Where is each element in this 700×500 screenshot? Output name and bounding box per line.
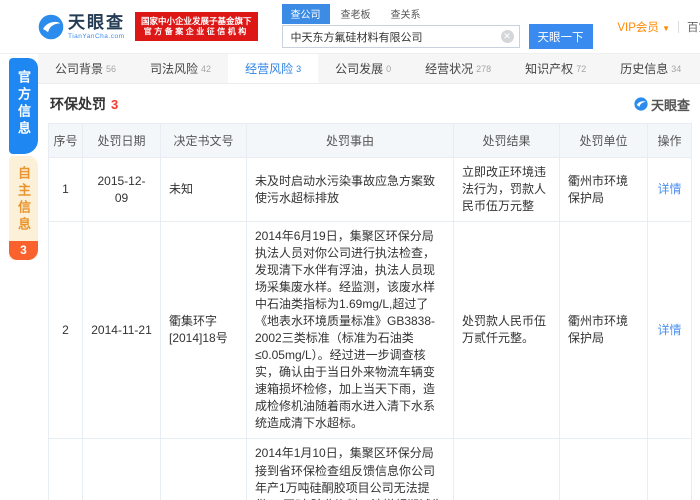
detail-link[interactable]: 详情 — [657, 182, 681, 196]
cell-doc-no: 衢集环罚字[2014]2号 — [160, 438, 247, 500]
col-header-index: 序号 — [48, 123, 83, 158]
tab-operating-risk[interactable]: 经营风险 3 — [228, 54, 319, 83]
col-header-doc-no: 决定书文号 — [160, 123, 247, 158]
cell-result: 处罚款人民币伍万贰仟元整。 — [453, 221, 560, 440]
cell-unit: 衢州市环境保护局 — [559, 221, 648, 440]
cell-date: 2014-05-15 — [82, 438, 161, 500]
divider — [678, 20, 679, 33]
cell-index: 3 — [48, 438, 83, 500]
col-header-action: 操作 — [647, 123, 692, 158]
table-row: 2 2014-11-21 衢集环字[2014]18号 2014年6月19日，集聚… — [48, 221, 692, 440]
tab-company-background[interactable]: 公司背景 56 — [38, 54, 133, 83]
sidebar-tab-official-info[interactable]: 官方信息 — [9, 58, 38, 154]
cell-doc-no: 衢集环字[2014]18号 — [160, 221, 247, 440]
tab-company-development[interactable]: 公司发展 0 — [318, 54, 408, 83]
self-info-count-badge: 3 — [9, 241, 38, 260]
col-header-date: 处罚日期 — [82, 123, 161, 158]
logo-domain: TianYanCha.com — [68, 32, 125, 40]
clear-icon[interactable]: ✕ — [500, 30, 514, 43]
cell-index: 2 — [48, 221, 83, 440]
section-title: 环保处罚 — [50, 96, 106, 112]
company-nav-tabs: 公司背景 56 司法风险 42 经营风险 3 公司发展 0 经营状况 278 知识产权 72… — [38, 54, 700, 84]
col-header-unit: 处罚单位 — [559, 123, 648, 158]
watermark-text: 天眼查 — [650, 97, 690, 113]
side-tabs: 官方信息 自主信息 3 — [9, 58, 38, 260]
tab-operating-status[interactable]: 经营状况 278 — [408, 54, 508, 83]
cell-result: 罚款人民币伍万元整 — [453, 438, 560, 500]
cell-doc-no: 未知 — [160, 156, 247, 223]
cell-reason: 2014年6月19日，集聚区环保分局执法人员对你公司进行执法检查，发现清下水伴有… — [246, 221, 454, 440]
tab-intellectual-property[interactable]: 知识产权 72 — [508, 54, 603, 83]
col-header-result: 处罚结果 — [453, 123, 560, 158]
tianyancha-logo-icon — [38, 14, 64, 39]
logo-name: 天眼查 — [68, 12, 125, 32]
search-row: ✕ 天眼一下 — [281, 24, 593, 49]
col-header-reason: 处罚事由 — [246, 123, 454, 158]
section-count-badge: 3 — [111, 96, 119, 112]
cell-unit: 衢州市环境保护局 — [559, 438, 648, 500]
treasure-box-link[interactable]: 百宝 — [687, 19, 700, 35]
cell-index: 1 — [48, 156, 83, 223]
cell-unit: 衢州市环境保护局 — [559, 156, 648, 223]
tab-history-info[interactable]: 历史信息 34 — [603, 54, 698, 83]
tianyancha-logo[interactable]: 天眼查 TianYanCha.com — [38, 14, 125, 40]
search-tabs: 查公司 查老板 查关系 — [281, 4, 593, 24]
top-header: 天眼查 TianYanCha.com 国家中小企业发展子基金旗下 官方备案企业征… — [0, 0, 700, 54]
gov-badge-line1: 国家中小企业发展子基金旗下 — [141, 15, 252, 26]
section-header: 环保处罚 3 天眼查 — [48, 84, 692, 123]
search-input[interactable] — [281, 25, 520, 48]
cell-reason: 2014年1月10日，集聚区环保分局接到省环保检查组反馈信息你公司年产1万吨硅酮… — [246, 438, 454, 500]
top-right-links: VIP会员 ▼ 百宝 — [617, 19, 700, 35]
gov-certification-badge: 国家中小企业发展子基金旗下 官方备案企业征信机构 — [135, 11, 258, 42]
logo-text: 天眼查 TianYanCha.com — [68, 14, 125, 40]
cell-date: 2015-12-09 — [82, 156, 161, 223]
tianyancha-watermark-icon — [634, 97, 648, 111]
search-button[interactable]: 天眼一下 — [528, 24, 593, 49]
cell-result: 立即改正环境违法行为，罚款人民币伍万元整 — [453, 156, 560, 223]
vip-member-link[interactable]: VIP会员 ▼ — [617, 19, 670, 35]
cell-reason: 未及时启动水污染事故应急方案致使污水超标排放 — [246, 156, 454, 223]
chevron-down-icon: ▼ — [662, 23, 670, 33]
search-tab-boss[interactable]: 查老板 — [332, 4, 380, 24]
search-tab-relation[interactable]: 查关系 — [382, 4, 430, 24]
penalty-table: 序号 处罚日期 决定书文号 处罚事由 处罚结果 处罚单位 操作 1 2015-1… — [48, 123, 692, 500]
sidebar-tab-self-info[interactable]: 自主信息 3 — [9, 156, 38, 260]
table-row: 3 2014-05-15 衢集环罚字[2014]2号 2014年1月10日，集聚… — [48, 438, 692, 500]
watermark: 天眼查 — [634, 95, 690, 114]
cell-date: 2014-11-21 — [82, 221, 161, 440]
tab-judicial-risk[interactable]: 司法风险 42 — [133, 54, 228, 83]
detail-link[interactable]: 详情 — [657, 323, 681, 337]
page: 天眼查 TianYanCha.com 国家中小企业发展子基金旗下 官方备案企业征… — [0, 0, 700, 500]
search-input-wrap: ✕ — [281, 25, 520, 48]
gov-badge-line2: 官方备案企业征信机构 — [143, 27, 249, 37]
main-content: 环保处罚 3 天眼查 序号 处罚日期 决定书文号 处罚事由 处罚结果 处罚单位 … — [48, 84, 692, 500]
search-tab-company[interactable]: 查公司 — [281, 4, 330, 24]
search-area: 查公司 查老板 查关系 ✕ 天眼一下 — [281, 4, 593, 49]
table-header-row: 序号 处罚日期 决定书文号 处罚事由 处罚结果 处罚单位 操作 — [48, 123, 692, 158]
table-row: 1 2015-12-09 未知 未及时启动水污染事故应急方案致使污水超标排放 立… — [48, 156, 692, 223]
